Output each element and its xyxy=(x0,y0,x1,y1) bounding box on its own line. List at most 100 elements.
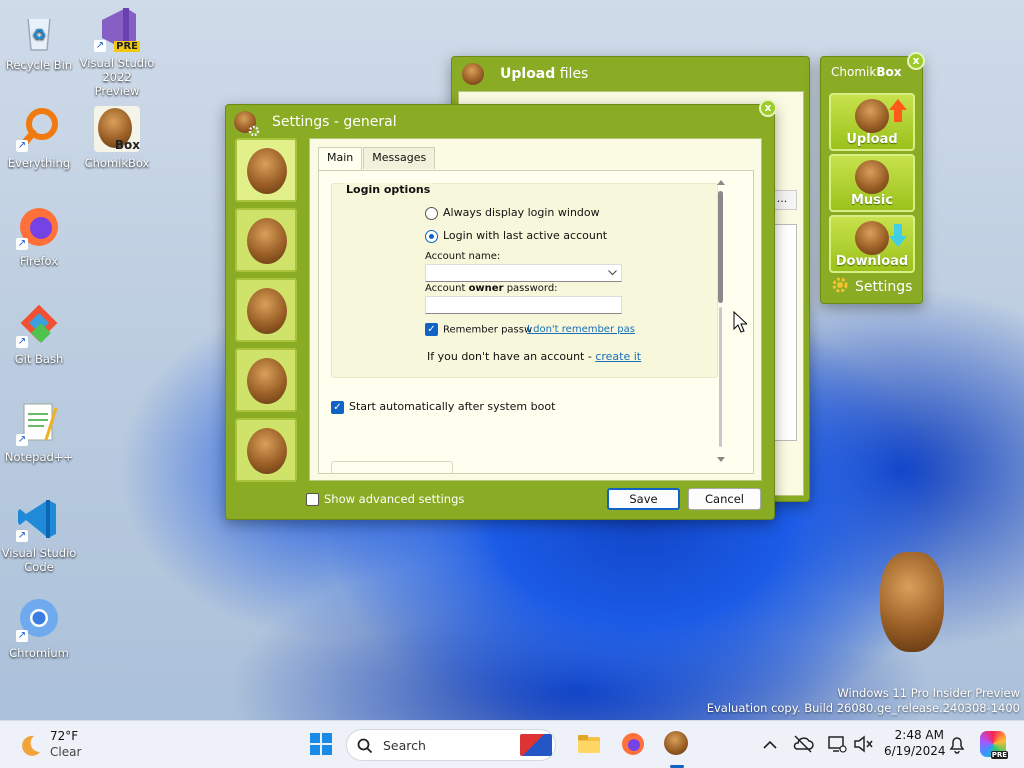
account-name-label: Account name: xyxy=(425,251,501,262)
scroll-down-icon[interactable] xyxy=(715,455,727,465)
checkbox-checked[interactable]: ✓ xyxy=(331,400,344,414)
upload-window-title: Upload files xyxy=(500,66,589,82)
arrow-up-icon xyxy=(889,99,907,122)
category-music[interactable] xyxy=(235,348,297,412)
beaver-headphones-icon xyxy=(247,358,287,404)
network-icon[interactable] xyxy=(826,733,852,759)
radio-login-last-account[interactable]: Login with last active account xyxy=(425,229,607,243)
copilot-icon[interactable]: PRE xyxy=(980,731,1008,759)
taskbar: 72°F Clear Search 2:48 AM 6/19/2024 PRE xyxy=(0,720,1024,768)
chromium-icon: ↗ xyxy=(16,596,62,642)
forgot-password-link[interactable]: I don't remember pas xyxy=(527,324,635,335)
chomikbox-taskbar-icon[interactable] xyxy=(664,731,690,757)
chevron-down-icon xyxy=(608,270,617,276)
weather-widget[interactable]: 72°F Clear xyxy=(16,727,106,763)
category-connection[interactable] xyxy=(235,278,297,342)
shortcut-arrow-icon: ↗ xyxy=(16,434,28,446)
account-name-dropdown[interactable] xyxy=(425,264,622,282)
desktop-icon-label: Everything xyxy=(7,156,71,170)
checkbox-checked[interactable]: ✓ xyxy=(425,323,438,336)
beaver-download-icon xyxy=(247,428,287,474)
settings-dialog[interactable]: Settings - general x Main Messages Login… xyxy=(225,99,777,520)
chomikbox-close-button[interactable]: x xyxy=(907,52,925,70)
volume-muted-icon[interactable] xyxy=(852,733,878,759)
login-options-heading: Login options xyxy=(344,183,433,196)
beaver-network-icon xyxy=(247,288,287,334)
tab-content: Login options Always display login windo… xyxy=(318,170,754,474)
download-beaver-icon xyxy=(855,221,889,255)
scrollbar-track xyxy=(719,307,722,447)
desktop-icon-git-bash[interactable]: ↗ Git Bash xyxy=(1,302,77,366)
desktop-icon-label: Notepad++ xyxy=(4,450,74,464)
category-general[interactable] xyxy=(235,138,297,202)
arrow-down-icon xyxy=(889,224,907,247)
upload-button[interactable]: Upload xyxy=(829,93,915,151)
music-beaver-icon xyxy=(855,160,889,194)
settings-close-button[interactable]: x xyxy=(759,99,777,117)
remember-password-checkbox[interactable]: ✓ Remember passw xyxy=(425,323,532,336)
desktop-icon-notepad-plus-plus[interactable]: ↗ Notepad++ xyxy=(1,400,77,464)
cloud-offline-icon[interactable] xyxy=(792,733,818,759)
notepad-plus-plus-icon: ↗ xyxy=(16,400,62,446)
chomikbox-mascot-icon[interactable] xyxy=(880,552,944,652)
create-account-link[interactable]: create it xyxy=(595,350,641,363)
weather-temp: 72°F xyxy=(50,729,79,743)
category-download[interactable] xyxy=(235,418,297,482)
collapsed-group-border xyxy=(331,461,453,473)
vertical-scrollbar[interactable] xyxy=(715,177,727,467)
gear-icon xyxy=(832,277,848,293)
file-explorer-icon[interactable] xyxy=(576,731,602,757)
notification-bell-icon[interactable] xyxy=(946,733,972,759)
clock-time: 2:48 AM xyxy=(894,728,944,742)
music-button[interactable]: Music xyxy=(829,154,915,212)
desktop-icon-firefox[interactable]: ↗ Firefox xyxy=(1,204,77,268)
password-label: Account owner password: xyxy=(425,283,558,294)
scroll-up-icon[interactable] xyxy=(715,177,727,187)
scrollbar-thumb[interactable] xyxy=(718,191,723,303)
firefox-icon: ↗ xyxy=(16,204,62,250)
desktop-icon-everything[interactable]: ↗ Everything xyxy=(1,106,77,170)
radio-button-selected[interactable] xyxy=(425,229,438,243)
desktop-icon-label: Visual Studio Code xyxy=(1,546,77,574)
firefox-taskbar-icon[interactable] xyxy=(620,731,646,757)
taskbar-search-box[interactable]: Search xyxy=(346,729,556,761)
show-advanced-checkbox[interactable]: Show advanced settings xyxy=(306,492,464,506)
box-badge: Box xyxy=(114,138,140,152)
chomikbox-panel-title: ChomikBox xyxy=(831,65,902,79)
category-appearance[interactable] xyxy=(235,208,297,272)
beaver-tools-icon xyxy=(247,148,287,194)
git-bash-icon: ↗ xyxy=(16,302,62,348)
chevron-up-icon[interactable] xyxy=(760,735,786,761)
desktop-icon-label: Visual Studio 2022 Preview xyxy=(79,56,155,98)
shortcut-arrow-icon: ↗ xyxy=(16,140,28,152)
chomikbox-panel[interactable]: ChomikBox x Upload Music Download Settin… xyxy=(820,52,925,304)
shortcut-arrow-icon: ↗ xyxy=(16,238,28,250)
clock[interactable]: 2:48 AM 6/19/2024 xyxy=(884,727,946,759)
search-highlight-icon xyxy=(520,734,552,756)
radio-always-display-login[interactable]: Always display login window xyxy=(425,206,600,220)
desktop-icon-vscode[interactable]: ↗ Visual Studio Code xyxy=(1,496,77,574)
save-button[interactable]: Save xyxy=(607,488,680,510)
settings-title-icon xyxy=(234,111,260,137)
desktop-icon-visual-studio[interactable]: PRE ↗ Visual Studio 2022 Preview xyxy=(79,6,155,98)
checkbox-unchecked[interactable] xyxy=(306,493,319,506)
autostart-checkbox[interactable]: ✓ Start automatically after system boot xyxy=(331,400,555,414)
watermark-line-1: Windows 11 Pro Insider Preview xyxy=(837,686,1020,700)
windows-start-icon[interactable] xyxy=(308,731,334,757)
settings-main-panel: Main Messages Login options Always displ… xyxy=(309,138,762,481)
download-button[interactable]: Download xyxy=(829,215,915,273)
cancel-button[interactable]: Cancel xyxy=(688,488,761,510)
radio-button[interactable] xyxy=(425,206,438,220)
desktop-icon-chomikbox[interactable]: Box ChomikBox xyxy=(79,106,155,170)
desktop-icon-recycle-bin[interactable]: ♻ Recycle Bin xyxy=(1,8,77,72)
desktop-icon-chromium[interactable]: ↗ Chromium xyxy=(1,596,77,660)
tab-messages[interactable]: Messages xyxy=(363,147,436,169)
tab-main[interactable]: Main xyxy=(318,147,363,170)
settings-button[interactable]: Settings xyxy=(831,276,912,298)
password-field[interactable] xyxy=(425,296,622,314)
settings-title: Settings - general xyxy=(272,114,397,130)
search-placeholder: Search xyxy=(383,738,426,753)
no-account-text: If you don't have an account - create it xyxy=(427,350,642,363)
search-icon xyxy=(357,738,373,754)
watermark-line-2: Evaluation copy. Build 26080.ge_release.… xyxy=(706,701,1020,715)
